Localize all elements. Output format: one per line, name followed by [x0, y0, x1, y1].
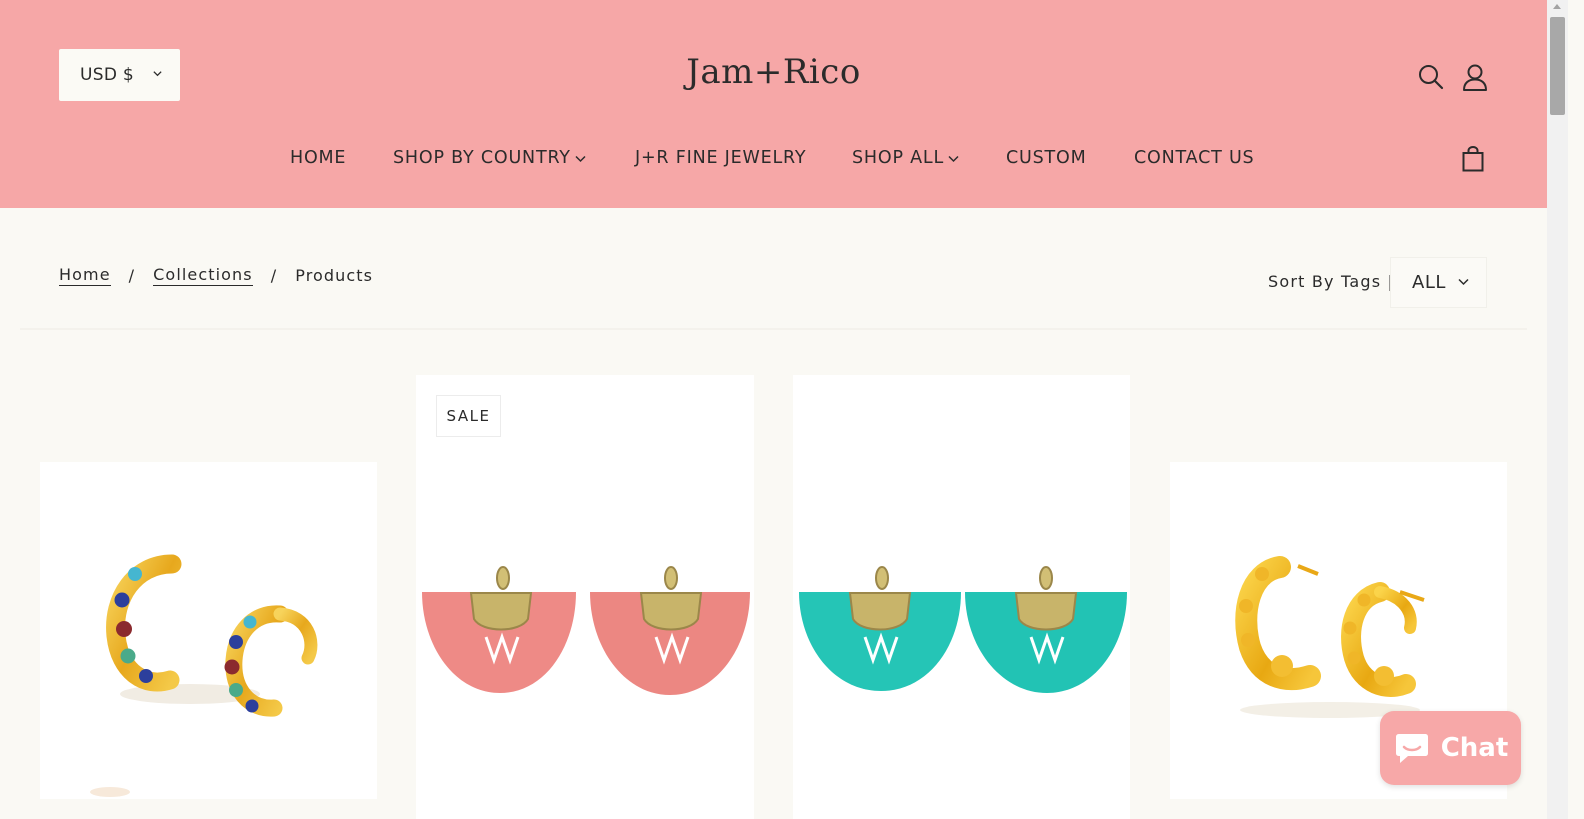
- breadcrumb-home[interactable]: Home: [59, 265, 111, 286]
- sort-tags-select[interactable]: ALL: [1390, 257, 1487, 308]
- breadcrumb-current: Products: [295, 266, 374, 285]
- breadcrumb: Home / Collections / Products: [59, 265, 373, 286]
- product-image[interactable]: [40, 462, 377, 799]
- vertical-scrollbar[interactable]: [1547, 0, 1568, 819]
- site-header: USD $ Jam+Rico HOME SHOP BY COUNTRY J+R …: [0, 0, 1547, 208]
- chevron-down-icon: [948, 155, 959, 163]
- sort-value: ALL: [1412, 272, 1446, 293]
- scrollbar-thumb[interactable]: [1550, 17, 1565, 115]
- nav-shop-by-country[interactable]: SHOP BY COUNTRY: [393, 148, 586, 168]
- nav-shop-all[interactable]: SHOP ALL: [852, 148, 959, 168]
- scroll-up-arrow-icon[interactable]: [1553, 4, 1561, 9]
- product-image[interactable]: [416, 375, 754, 819]
- nav-label: J+R FINE JEWELRY: [635, 148, 807, 168]
- breadcrumb-separator: /: [128, 266, 136, 285]
- sort-label: Sort By Tags |: [1268, 272, 1395, 291]
- account-icon[interactable]: [1461, 63, 1489, 91]
- breadcrumb-collections[interactable]: Collections: [153, 265, 253, 286]
- nav-fine-jewelry[interactable]: J+R FINE JEWELRY: [635, 148, 806, 168]
- product-card[interactable]: [793, 375, 1130, 819]
- breadcrumb-separator: /: [270, 266, 278, 285]
- product-card[interactable]: [40, 462, 377, 799]
- divider: [20, 328, 1527, 330]
- site-logo[interactable]: Jam+Rico: [0, 52, 1547, 92]
- sale-badge: SALE: [436, 395, 501, 437]
- nav-label: CONTACT US: [1134, 148, 1255, 168]
- nav-label: SHOP ALL: [852, 148, 945, 168]
- chat-label: Chat: [1440, 733, 1509, 763]
- logo-text: Jam+Rico: [686, 52, 861, 92]
- nav-label: HOME: [290, 148, 347, 168]
- product-card[interactable]: SALE: [416, 375, 754, 819]
- nav-label: CUSTOM: [1006, 148, 1087, 168]
- nav-contact-us[interactable]: CONTACT US: [1134, 148, 1254, 168]
- shopping-bag-icon[interactable]: [1460, 145, 1486, 173]
- chevron-down-icon: [1458, 278, 1469, 286]
- search-icon[interactable]: [1417, 63, 1445, 91]
- chevron-down-icon: [575, 155, 586, 163]
- product-image[interactable]: [793, 375, 1130, 819]
- chat-bubble-icon: [1395, 734, 1428, 763]
- main-nav: HOME SHOP BY COUNTRY J+R FINE JEWELRY SH…: [0, 148, 1547, 172]
- nav-label: SHOP BY COUNTRY: [393, 148, 571, 168]
- nav-custom[interactable]: CUSTOM: [1006, 148, 1087, 168]
- chat-button[interactable]: Chat: [1380, 711, 1521, 785]
- nav-home[interactable]: HOME: [290, 148, 346, 168]
